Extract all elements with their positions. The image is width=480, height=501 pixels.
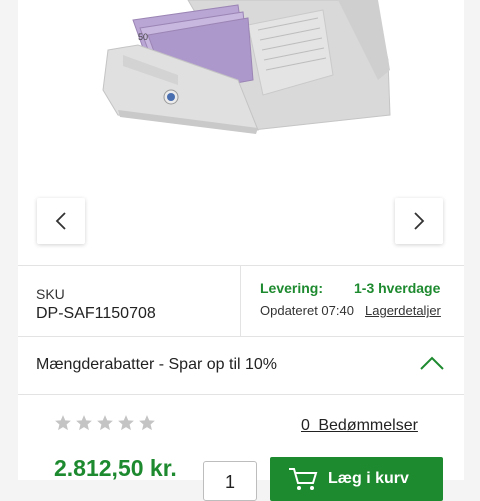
info-divider [240, 266, 241, 336]
star-icon [55, 415, 71, 431]
quantity-discount-toggle[interactable]: Mængderabatter - Spar op til 10% [18, 336, 464, 395]
chevron-left-icon [55, 212, 66, 230]
sku-label: SKU [36, 286, 65, 302]
star-icon [97, 415, 113, 431]
cart-icon [289, 468, 318, 490]
delivery-value: 1-3 hverdage [354, 280, 441, 296]
star-icon [118, 415, 134, 431]
delivery-label: Levering: [260, 280, 324, 296]
updated-time: Opdateret 07:40 [260, 303, 354, 318]
sku-value: DP-SAF1150708 [36, 305, 156, 322]
star-icon [139, 415, 155, 431]
product-price: 2.812,50 kr. [54, 455, 177, 481]
chevron-right-icon [414, 212, 425, 230]
add-to-cart-button[interactable]: Læg i kurv [270, 457, 443, 501]
discount-label: Mængderabatter - Spar op til 10% [36, 356, 278, 373]
add-to-cart-label: Læg i kurv [328, 470, 409, 487]
banknote-label: 50 [138, 32, 148, 42]
prev-image-button[interactable] [37, 198, 85, 244]
next-image-button[interactable] [395, 198, 443, 244]
product-info-row: SKU DP-SAF1150708 Levering: 1-3 hverdage… [18, 265, 464, 337]
product-card: 50 SKU DP-SAF1150708 Levering: 1-3 hverd… [18, 0, 464, 501]
quantity-input[interactable]: 1 [203, 461, 257, 501]
stock-details-link[interactable]: Lagerdetaljer [365, 303, 441, 318]
product-image: 50 [102, 0, 391, 134]
reviews-link[interactable]: 0 Bedømmelser [301, 417, 418, 435]
sku-block: SKU DP-SAF1150708 [18, 266, 240, 336]
star-icon [76, 415, 92, 431]
chevron-up-icon [420, 356, 444, 370]
product-image-area: 50 [18, 0, 464, 265]
rating-stars [54, 414, 156, 432]
